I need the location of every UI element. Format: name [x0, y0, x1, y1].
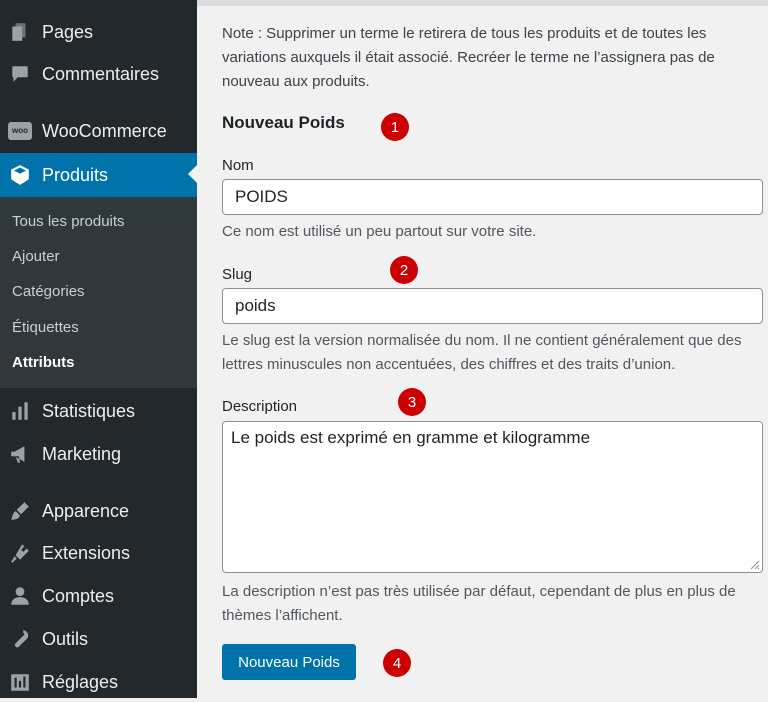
sidebar-item-label: Commentaires	[42, 63, 160, 84]
sidebar-item-apparence[interactable]: Apparence	[0, 491, 197, 531]
stats-icon	[8, 399, 32, 423]
description-label: Description	[222, 398, 298, 415]
submenu-categories[interactable]: Catégories	[12, 283, 85, 300]
products-icon	[8, 163, 32, 187]
step-badge-2: 2	[390, 256, 418, 284]
name-label: Nom	[222, 157, 254, 174]
brush-icon	[8, 499, 32, 523]
form-heading: Nouveau Poids	[222, 113, 345, 132]
sidebar-item-marketing[interactable]: Marketing	[0, 434, 197, 474]
sidebar-item-label: Apparence	[42, 500, 130, 521]
sidebar-item-pages[interactable]: Pages	[0, 12, 197, 52]
plugin-icon	[8, 541, 32, 565]
slug-help: Le slug est la version normalisée du nom…	[222, 332, 742, 373]
sidebar-item-label: Statistiques	[42, 400, 136, 421]
step-badge-3: 3	[398, 388, 426, 416]
sidebar-item-label: Produits	[42, 164, 109, 185]
description-help: La description n’est pas très utilisée p…	[222, 583, 736, 624]
user-icon	[8, 584, 32, 608]
submenu-etiquettes[interactable]: Étiquettes	[12, 319, 79, 336]
description-text: Le poids est exprimé en gramme et kilogr…	[231, 428, 591, 447]
products-submenu: Tous les produits Ajouter Catégories Éti…	[0, 197, 197, 388]
delete-note: Note : Supprimer un terme le retirera de…	[222, 25, 715, 90]
sidebar-item-statistiques[interactable]: Statistiques	[0, 391, 197, 431]
woocommerce-icon: woo	[8, 119, 32, 143]
top-divider	[197, 0, 768, 6]
sidebar-item-label: Extensions	[42, 542, 131, 563]
wrench-icon	[8, 627, 32, 651]
submenu-ajouter[interactable]: Ajouter	[12, 248, 60, 265]
sidebar-item-label: Réglages	[42, 671, 119, 692]
submenu-tous-les-produits[interactable]: Tous les produits	[12, 213, 125, 230]
resize-grip-icon[interactable]	[750, 560, 760, 570]
add-new-term-button[interactable]: Nouveau Poids	[222, 644, 356, 680]
description-textarea[interactable]: Le poids est exprimé en gramme et kilogr…	[222, 421, 763, 573]
sidebar-item-commentaires[interactable]: Commentaires	[0, 54, 197, 94]
admin-sidebar: Pages Commentaires woo WooCommerce Produ…	[0, 0, 197, 698]
sidebar-item-label: Marketing	[42, 443, 122, 464]
sidebar-item-label: Pages	[42, 21, 94, 42]
current-arrow	[188, 165, 197, 183]
sidebar-item-extensions[interactable]: Extensions	[0, 533, 197, 573]
slug-input[interactable]	[222, 288, 763, 324]
settings-icon	[8, 670, 32, 694]
slug-label: Slug	[222, 266, 253, 283]
submenu-attributs[interactable]: Attributs	[12, 354, 75, 371]
megaphone-icon	[8, 442, 32, 466]
sidebar-item-comptes[interactable]: Comptes	[0, 576, 197, 616]
comments-icon	[8, 62, 32, 86]
step-badge-4: 4	[383, 649, 411, 677]
main-content: Note : Supprimer un terme le retirera de…	[197, 0, 768, 698]
sidebar-item-label: Outils	[42, 628, 89, 649]
sidebar-item-label: Comptes	[42, 585, 115, 606]
name-help: Ce nom est utilisé un peu partout sur vo…	[222, 223, 537, 240]
sidebar-item-produits[interactable]: Produits	[0, 153, 197, 197]
step-badge-1: 1	[381, 113, 409, 141]
pages-icon	[8, 20, 32, 44]
sidebar-item-label: WooCommerce	[42, 120, 167, 141]
name-input[interactable]	[222, 179, 763, 215]
sidebar-item-reglages[interactable]: Réglages	[0, 662, 197, 702]
sidebar-item-woocommerce[interactable]: woo WooCommerce	[0, 111, 197, 151]
sidebar-item-outils[interactable]: Outils	[0, 619, 197, 659]
